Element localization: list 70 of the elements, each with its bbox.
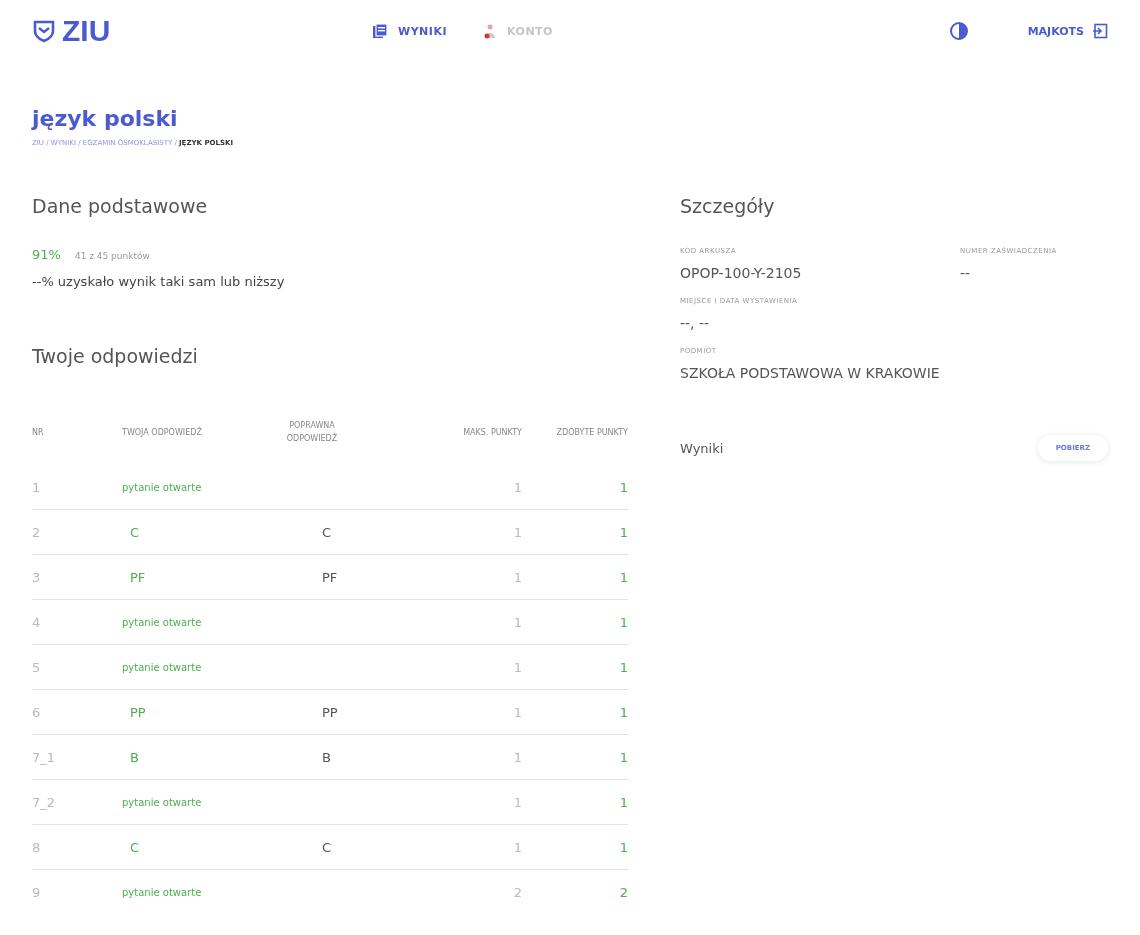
score-points: 41 z 45 punktów <box>74 251 150 261</box>
table-cell-text: C <box>129 524 141 540</box>
column-header: TWOJA ODPOWIEDŹ <box>122 426 202 439</box>
table-cell-text: 1 <box>618 614 628 630</box>
table-cell-text: 1 <box>512 839 522 855</box>
section-heading: Szczegóły <box>680 195 776 217</box>
column-header: ZDOBYTE PUNKTY <box>556 426 628 439</box>
book-icon <box>372 23 388 39</box>
table-cell-text: 1 <box>512 749 522 765</box>
table-cell-text: 1 <box>512 614 522 630</box>
page-title: język polski <box>32 106 179 131</box>
field-value: OPOP-100-Y-2105 <box>680 265 803 281</box>
percentile-text: --% uzyskało wynik taki sam lub niższy <box>32 274 286 289</box>
table-cell-text: PF <box>129 569 147 585</box>
table-cell-text: B <box>129 749 140 765</box>
table-cell-text: C <box>129 839 141 855</box>
table-cell-text: PP <box>129 704 147 720</box>
table-cell-text: 1 <box>618 839 628 855</box>
table-cell-text: 1 <box>618 704 628 720</box>
person-icon <box>483 23 497 39</box>
table-cell-text: 1 <box>512 524 522 540</box>
table-cell-text: 1 <box>618 569 628 585</box>
table-cell-text: 1 <box>512 794 522 810</box>
table-cell-text: 2 <box>512 884 522 900</box>
table-cell-text: C <box>321 524 333 540</box>
table-cell-text: 1 <box>618 479 628 495</box>
logo-text: ZIU <box>62 14 111 48</box>
table-cell-text: 1 <box>512 704 522 720</box>
column-header: NR <box>32 426 44 439</box>
table-cell-text: 2 <box>32 524 42 540</box>
table-cell-text: 2 <box>618 884 628 900</box>
field-value: SZKOŁA PODSTAWOWA W KRAKOWIE <box>680 365 941 381</box>
table-cell-text: 5 <box>32 659 42 675</box>
logout-icon <box>1092 23 1108 39</box>
table-cell-text: pytanie otwarte <box>122 886 203 898</box>
table-cell-text: pytanie otwarte <box>122 661 203 673</box>
table-cell-text: C <box>321 839 333 855</box>
contrast-icon[interactable] <box>949 22 968 40</box>
table-cell-text: 1 <box>32 479 42 495</box>
section-heading: Twoje odpowiedzi <box>32 345 199 367</box>
download-label: Wyniki <box>680 440 724 456</box>
table-cell-text: PP <box>321 704 339 720</box>
section-heading: Dane podstawowe <box>32 195 209 217</box>
score-percent: 91% <box>32 247 61 262</box>
table-cell-text: 7_2 <box>32 794 57 810</box>
table-cell-text: 9 <box>32 884 42 900</box>
nav-link[interactable]: WYNIKI <box>372 23 447 39</box>
table-cell-text: 8 <box>32 839 42 855</box>
table-cell-text: 1 <box>512 569 522 585</box>
table-cell-text: 1 <box>512 659 522 675</box>
table-cell-text: 1 <box>618 794 628 810</box>
table-cell-text: 1 <box>512 479 522 495</box>
shield-logo-icon <box>32 19 56 43</box>
table-cell-text: PF <box>321 569 339 585</box>
column-header: POPRAWNA ODPOWIEDŹ <box>285 420 339 445</box>
table-cell-text: pytanie otwarte <box>122 616 203 628</box>
table-cell-text: 6 <box>32 704 42 720</box>
table-cell-text: 3 <box>32 569 42 585</box>
table-cell-text: 1 <box>618 524 628 540</box>
table-cell-text: 1 <box>618 659 628 675</box>
field-value: -- <box>960 265 972 281</box>
table-cell-text: 7_1 <box>32 749 57 765</box>
table-cell-text: 1 <box>618 749 628 765</box>
table-cell-text: B <box>321 749 332 765</box>
table-cell-text: pytanie otwarte <box>122 481 203 493</box>
table-cell-text: pytanie otwarte <box>122 796 203 808</box>
field-value: --, -- <box>680 315 711 331</box>
table-cell-text: 4 <box>32 614 42 630</box>
user-logout-link[interactable]: MAJKOTS <box>1027 23 1108 39</box>
column-header: MAKS. PUNKTY <box>463 426 522 439</box>
